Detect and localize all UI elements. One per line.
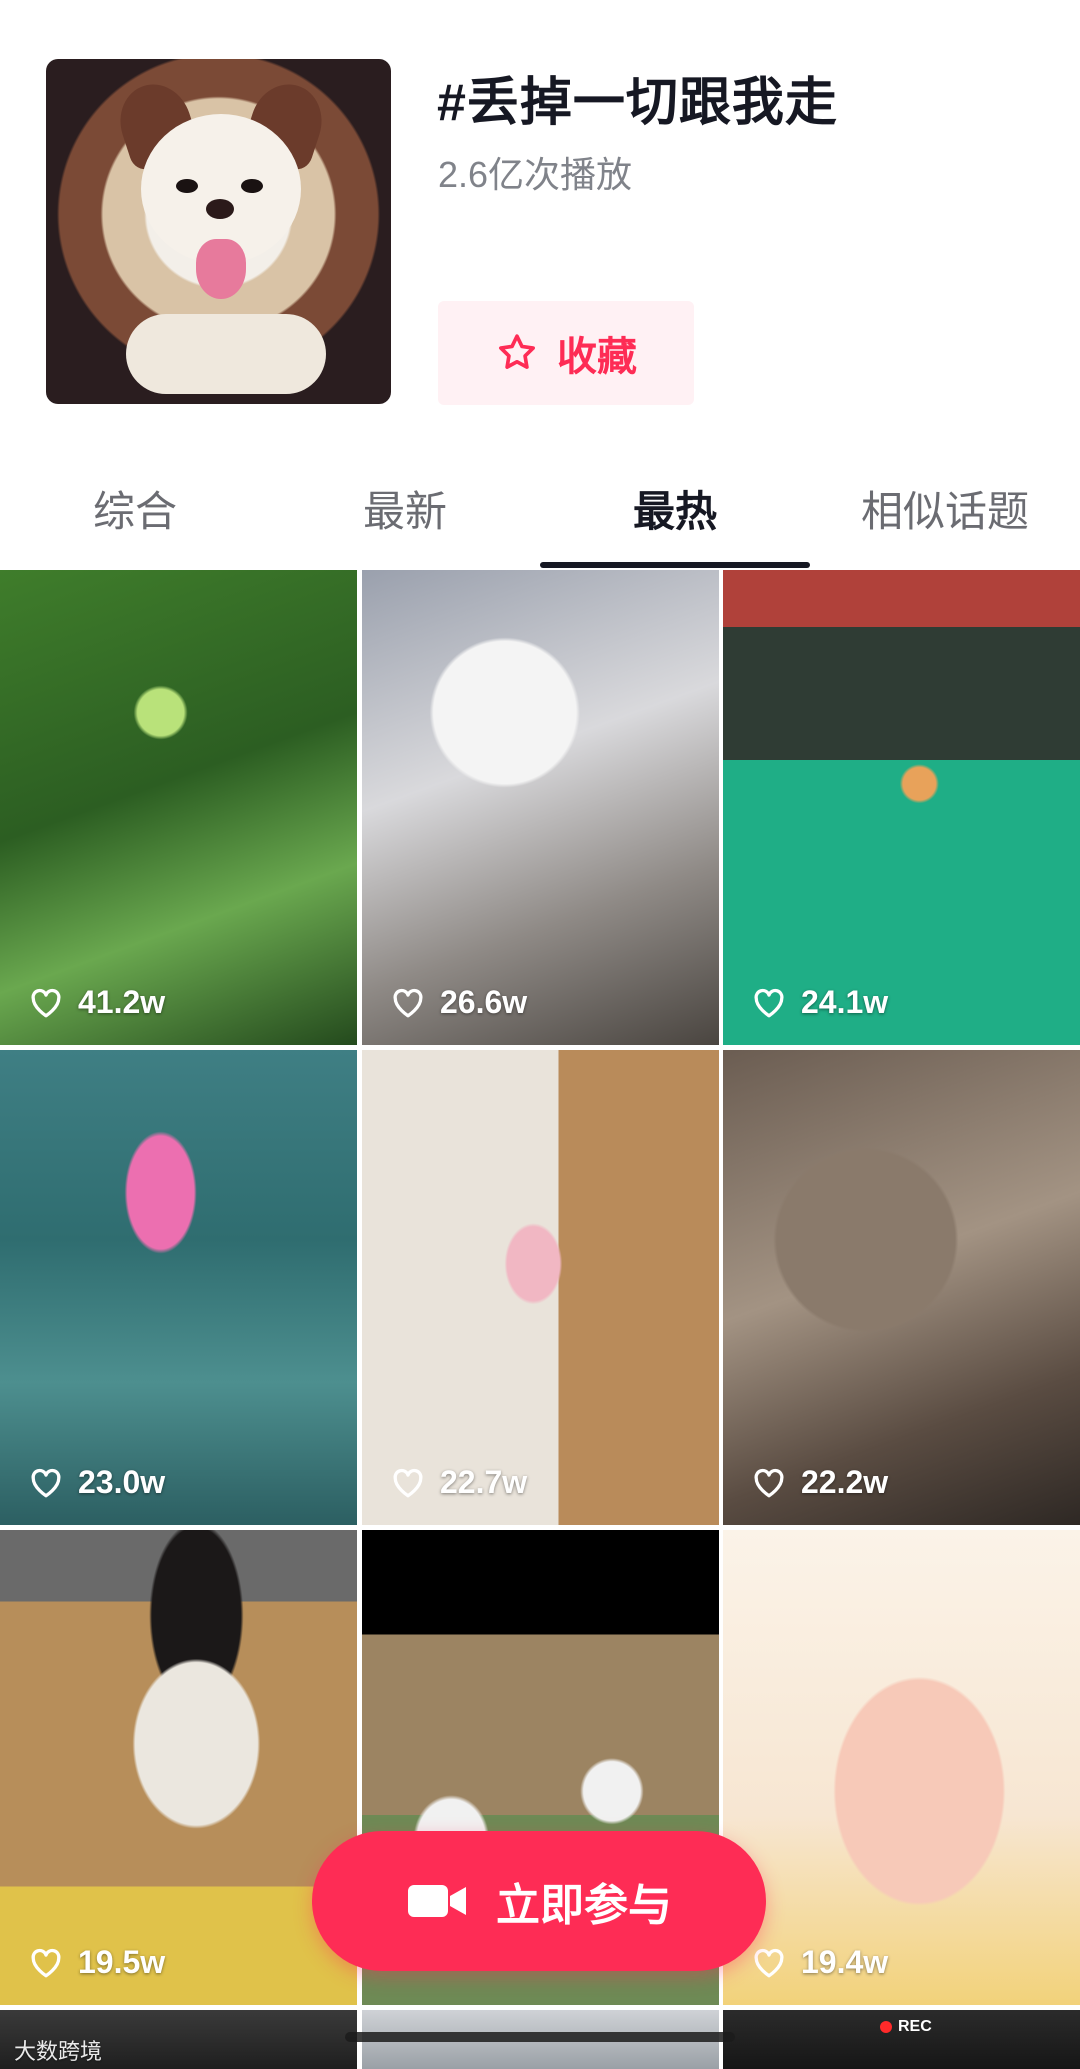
video-card[interactable]: 41.2w <box>0 570 357 1045</box>
heart-icon <box>31 1468 61 1497</box>
watermark: 大数跨境 <box>14 2039 103 2064</box>
heart-icon <box>754 1948 784 1977</box>
like-count-text: 22.2w <box>801 1464 889 1500</box>
video-card[interactable]: 26.6w <box>362 570 719 1045</box>
like-count: 22.2w <box>751 1464 888 1501</box>
video-card[interactable]: 24.1w <box>723 570 1080 1045</box>
heart-icon <box>754 1468 784 1497</box>
star-icon <box>499 334 535 369</box>
like-count-text: 24.1w <box>801 984 889 1020</box>
join-now-button[interactable]: 立即参与 <box>312 1831 766 1971</box>
like-count-text: 41.2w <box>78 984 166 1020</box>
join-now-label: 立即参与 <box>496 1881 672 1930</box>
like-count: 19.5w <box>28 1944 165 1981</box>
topic-title: #丢掉一切跟我走 <box>437 74 838 132</box>
like-count: 19.4w <box>751 1944 888 1981</box>
tab-latest[interactable]: 最新 <box>270 460 540 556</box>
like-count: 41.2w <box>28 984 165 1021</box>
home-indicator[interactable] <box>345 2032 735 2042</box>
topic-cover-image <box>46 59 391 404</box>
video-card[interactable]: 22.7w <box>362 1050 719 1525</box>
video-card[interactable]: 22.2w <box>723 1050 1080 1525</box>
heart-icon <box>393 988 423 1017</box>
rec-indicator: REC <box>880 2018 932 2036</box>
heart-icon <box>31 988 61 1017</box>
active-tab-indicator <box>540 562 810 568</box>
heart-icon <box>754 988 784 1017</box>
video-camera-icon <box>408 1885 466 1917</box>
like-count-text: 26.6w <box>440 984 528 1020</box>
topic-header: #丢掉一切跟我走 2.6亿次播放 收藏 <box>0 0 1080 440</box>
like-count-text: 22.7w <box>440 1464 528 1500</box>
tab-hottest[interactable]: 最热 <box>540 460 810 556</box>
heart-icon <box>393 1468 423 1497</box>
play-count: 2.6亿次播放 <box>438 154 633 195</box>
video-card[interactable]: 23.0w <box>0 1050 357 1525</box>
like-count: 23.0w <box>28 1464 165 1501</box>
like-count: 22.7w <box>390 1464 527 1501</box>
like-count: 26.6w <box>390 984 527 1021</box>
rec-dot-icon <box>880 2021 892 2033</box>
video-card[interactable]: 19.5w <box>0 1530 357 2005</box>
video-card[interactable]: 19.4w <box>723 1530 1080 2005</box>
tab-comprehensive[interactable]: 综合 <box>0 460 270 556</box>
like-count: 24.1w <box>751 984 888 1021</box>
favorite-button[interactable]: 收藏 <box>438 301 694 405</box>
like-count-text: 23.0w <box>78 1464 166 1500</box>
tab-bar: 综合 最新 最热 相似话题 <box>0 460 1080 570</box>
heart-icon <box>31 1948 61 1977</box>
like-count-text: 19.5w <box>78 1944 166 1980</box>
rec-label: REC <box>898 2018 932 2035</box>
favorite-label: 收藏 <box>557 335 637 379</box>
tab-similar-topics[interactable]: 相似话题 <box>810 460 1080 556</box>
like-count-text: 19.4w <box>801 1944 889 1980</box>
